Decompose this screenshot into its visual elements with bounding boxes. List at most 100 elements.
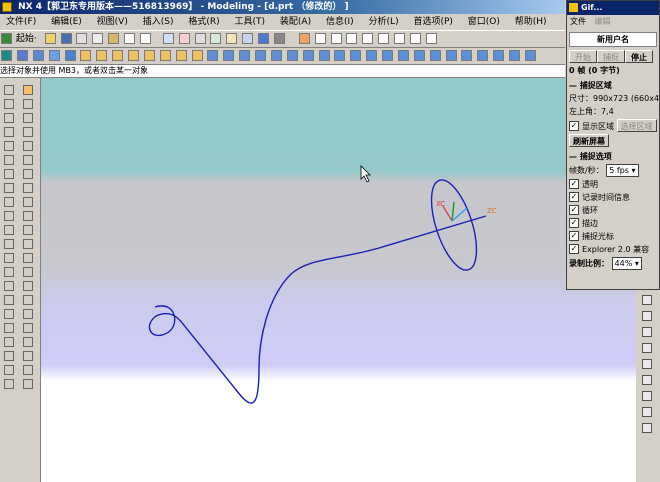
undo-icon[interactable] <box>124 33 135 44</box>
measure-icon[interactable] <box>409 33 421 44</box>
open-file-icon[interactable] <box>44 33 56 44</box>
feature-icon[interactable] <box>1 50 12 61</box>
scale-body-icon[interactable] <box>413 50 425 61</box>
menu-help[interactable]: 帮助(H) <box>509 14 553 30</box>
assembly-navigator-icon[interactable] <box>642 327 652 337</box>
timing-checkbox[interactable]: ✓ <box>569 191 579 202</box>
point-icon[interactable] <box>330 33 342 44</box>
trim-corner-icon[interactable] <box>23 127 33 137</box>
point-tool-icon[interactable] <box>23 85 33 95</box>
system-materials-icon[interactable] <box>642 375 652 385</box>
part-navigator-icon[interactable] <box>642 311 652 321</box>
delete-object-icon[interactable] <box>23 323 33 333</box>
rectangle-icon[interactable] <box>4 155 14 165</box>
hyperbola-icon[interactable] <box>4 211 14 221</box>
helix-icon[interactable] <box>4 239 14 249</box>
chamfer-curve-icon[interactable] <box>4 141 14 151</box>
move-object-icon[interactable] <box>23 239 33 249</box>
menu-insert[interactable]: 插入(S) <box>137 14 180 30</box>
menu-format[interactable]: 格式(R) <box>182 14 225 30</box>
menu-edit[interactable]: 编辑(E) <box>45 14 88 30</box>
info-icon[interactable] <box>425 33 437 44</box>
hide-object-icon[interactable] <box>23 337 33 347</box>
menu-window[interactable]: 窗口(O) <box>462 14 506 30</box>
show-area-checkbox[interactable]: ✓ <box>569 120 579 131</box>
web-browser-icon[interactable] <box>642 391 652 401</box>
rotate-icon[interactable] <box>210 33 222 44</box>
point-set-icon[interactable] <box>23 99 33 109</box>
start-icon[interactable] <box>1 33 12 44</box>
refresh-screen-button[interactable]: 刷新屏幕 <box>569 134 609 147</box>
line-icon[interactable] <box>4 85 14 95</box>
draft-icon[interactable] <box>318 50 330 61</box>
blank-object-icon[interactable] <box>23 365 33 375</box>
fps-select[interactable]: 5 fps ▾ <box>606 164 639 177</box>
parabola-icon[interactable] <box>4 197 14 207</box>
zoom-icon[interactable] <box>194 33 206 44</box>
revolve-icon[interactable] <box>48 50 60 61</box>
user-name-field[interactable]: 新用户名 <box>569 32 657 47</box>
outline-checkbox[interactable]: ✓ <box>569 217 579 228</box>
circle-icon[interactable] <box>4 113 14 123</box>
join-curve-icon[interactable] <box>4 365 14 375</box>
copy-icon[interactable] <box>92 33 104 44</box>
divide-curve-icon[interactable] <box>23 141 33 151</box>
show-object-icon[interactable] <box>23 351 33 361</box>
fillet-curve-icon[interactable] <box>4 127 14 137</box>
gif-menu-edit[interactable]: 编辑 <box>592 17 614 26</box>
edit-fillet-icon[interactable] <box>23 155 33 165</box>
layer-icon[interactable] <box>242 33 254 44</box>
shade-icon[interactable] <box>273 33 285 44</box>
fit-icon[interactable] <box>178 33 190 44</box>
wcs-icon[interactable] <box>298 33 310 44</box>
spline-icon[interactable] <box>4 225 14 235</box>
intersect-curve-icon[interactable] <box>4 309 14 319</box>
datum-icon[interactable] <box>378 33 390 44</box>
ruled-icon[interactable] <box>509 50 520 61</box>
cone-icon[interactable] <box>96 50 108 61</box>
sphere-icon[interactable] <box>112 50 124 61</box>
menu-analysis[interactable]: 分析(L) <box>363 14 405 30</box>
ellipse-icon[interactable] <box>4 183 14 193</box>
stretch-icon[interactable] <box>23 169 33 179</box>
mirror-icon[interactable] <box>350 50 362 61</box>
loop-checkbox[interactable]: ✓ <box>569 204 579 215</box>
menu-information[interactable]: 信息(I) <box>320 14 360 30</box>
roles-icon[interactable] <box>642 407 652 417</box>
surface-icon[interactable] <box>461 50 473 61</box>
color-object-icon[interactable] <box>23 379 33 389</box>
render-style-icon[interactable] <box>258 33 269 44</box>
start-record-button[interactable]: 开始 <box>569 50 597 63</box>
sew-icon[interactable] <box>429 50 441 61</box>
palette-icon[interactable] <box>642 423 652 433</box>
polygon-icon[interactable] <box>4 169 14 179</box>
cylinder-icon[interactable] <box>80 50 92 61</box>
split-body-icon[interactable] <box>382 50 393 61</box>
sweep-icon[interactable] <box>493 50 505 61</box>
chamfer-icon[interactable] <box>286 50 298 61</box>
boss-icon[interactable] <box>143 50 155 61</box>
pocket-icon[interactable] <box>159 50 171 61</box>
select-area-button[interactable]: 选择区域 <box>616 119 657 132</box>
offset-curve-icon[interactable] <box>4 267 14 277</box>
stop-button[interactable]: 停止 <box>625 50 653 63</box>
gif-menu-file[interactable]: 文件 <box>567 17 589 26</box>
capture-button[interactable]: 捕捉 <box>597 50 625 63</box>
graphics-viewport[interactable]: XC ZC <box>41 78 636 482</box>
csys-icon[interactable] <box>346 33 358 44</box>
snap-icon[interactable] <box>394 33 405 44</box>
pan-icon[interactable] <box>226 33 238 44</box>
unite-icon[interactable] <box>223 50 235 61</box>
mirror-object-icon[interactable] <box>23 281 33 291</box>
slot-icon[interactable] <box>191 50 203 61</box>
smooth-spline-icon[interactable] <box>23 197 33 207</box>
mesh-icon[interactable] <box>477 50 489 61</box>
start-button[interactable]: 起始· <box>16 31 37 47</box>
menu-file[interactable]: 文件(F) <box>0 14 42 30</box>
axis-icon[interactable] <box>314 33 326 44</box>
capture-cursor-checkbox[interactable]: ✓ <box>569 230 579 241</box>
extrude-icon[interactable] <box>32 50 44 61</box>
trim-body-icon[interactable] <box>366 50 378 61</box>
history-icon[interactable] <box>642 359 652 369</box>
hole-icon[interactable] <box>128 50 139 61</box>
